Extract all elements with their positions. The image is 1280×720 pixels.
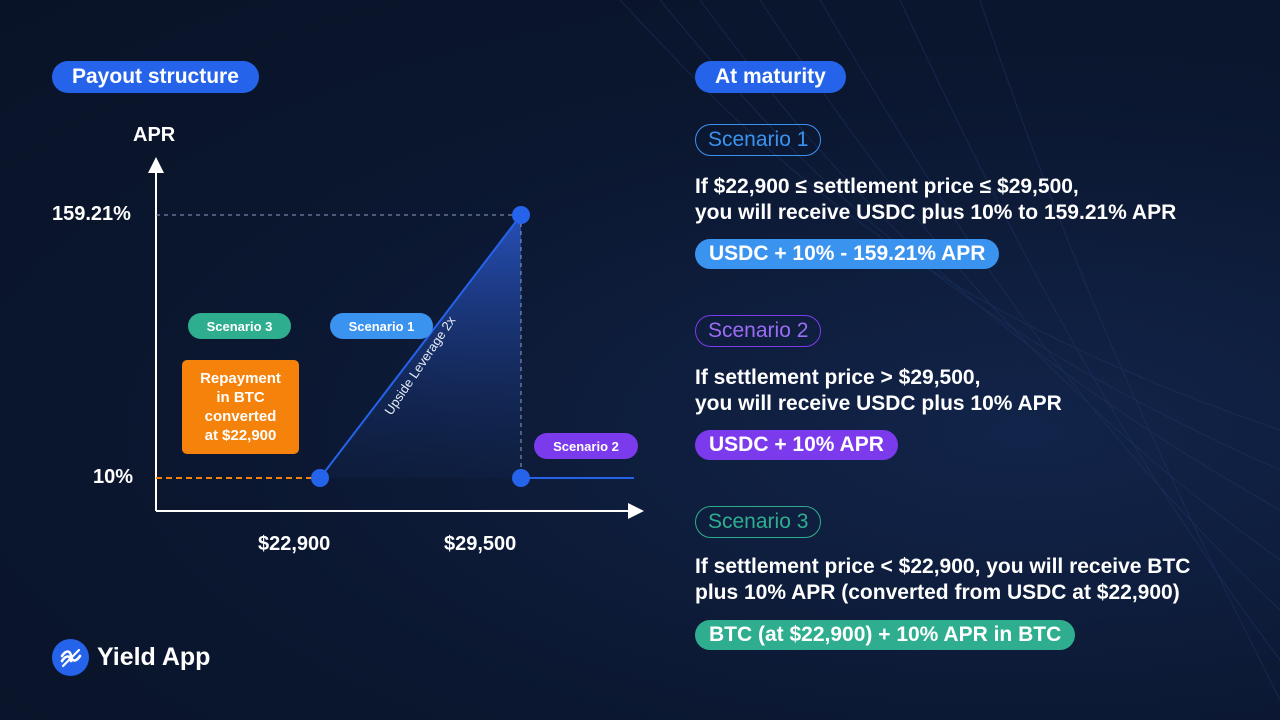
tag-scenario-2: Scenario 2 [534,433,638,459]
repayment-box: Repayment in BTC converted at $22,900 [182,360,299,454]
scenario-2-line-2: you will receive USDC plus 10% APR [695,392,1062,415]
brand-name: Yield App [97,643,211,671]
scenario-2-result: USDC + 10% APR [695,430,898,460]
brand-logo: Yield App [52,639,210,676]
scenario-1-result: USDC + 10% - 159.21% APR [695,239,1000,269]
point-29500-10 [512,469,530,487]
at-maturity-header: At maturity [695,61,846,93]
scenario-3-label: Scenario 3 [695,506,822,538]
scenario-1-line-1: If $22,900 ≤ settlement price ≤ $29,500, [695,175,1079,198]
tag-scenario-3: Scenario 3 [188,313,291,339]
point-29500-159 [512,206,530,224]
yield-app-logo-icon [52,639,89,676]
scenario-2-line-1: If settlement price > $29,500, [695,366,981,389]
scenario-1-label: Scenario 1 [695,124,822,156]
scenario-1-line-2: you will receive USDC plus 10% to 159.21… [695,201,1177,224]
scenario-3-line-2: plus 10% APR (converted from USDC at $22… [695,581,1180,604]
scenario-3-line-1: If settlement price < $22,900, you will … [695,555,1191,578]
slide: Payout structure APR 159.21% 10% $22,900… [0,0,1280,720]
point-22900-10 [311,469,329,487]
scenario-3-result: BTC (at $22,900) + 10% APR in BTC [695,620,1076,650]
scenario-2-label: Scenario 2 [695,315,822,347]
tag-scenario-1: Scenario 1 [330,313,433,339]
payout-chart [148,157,644,519]
